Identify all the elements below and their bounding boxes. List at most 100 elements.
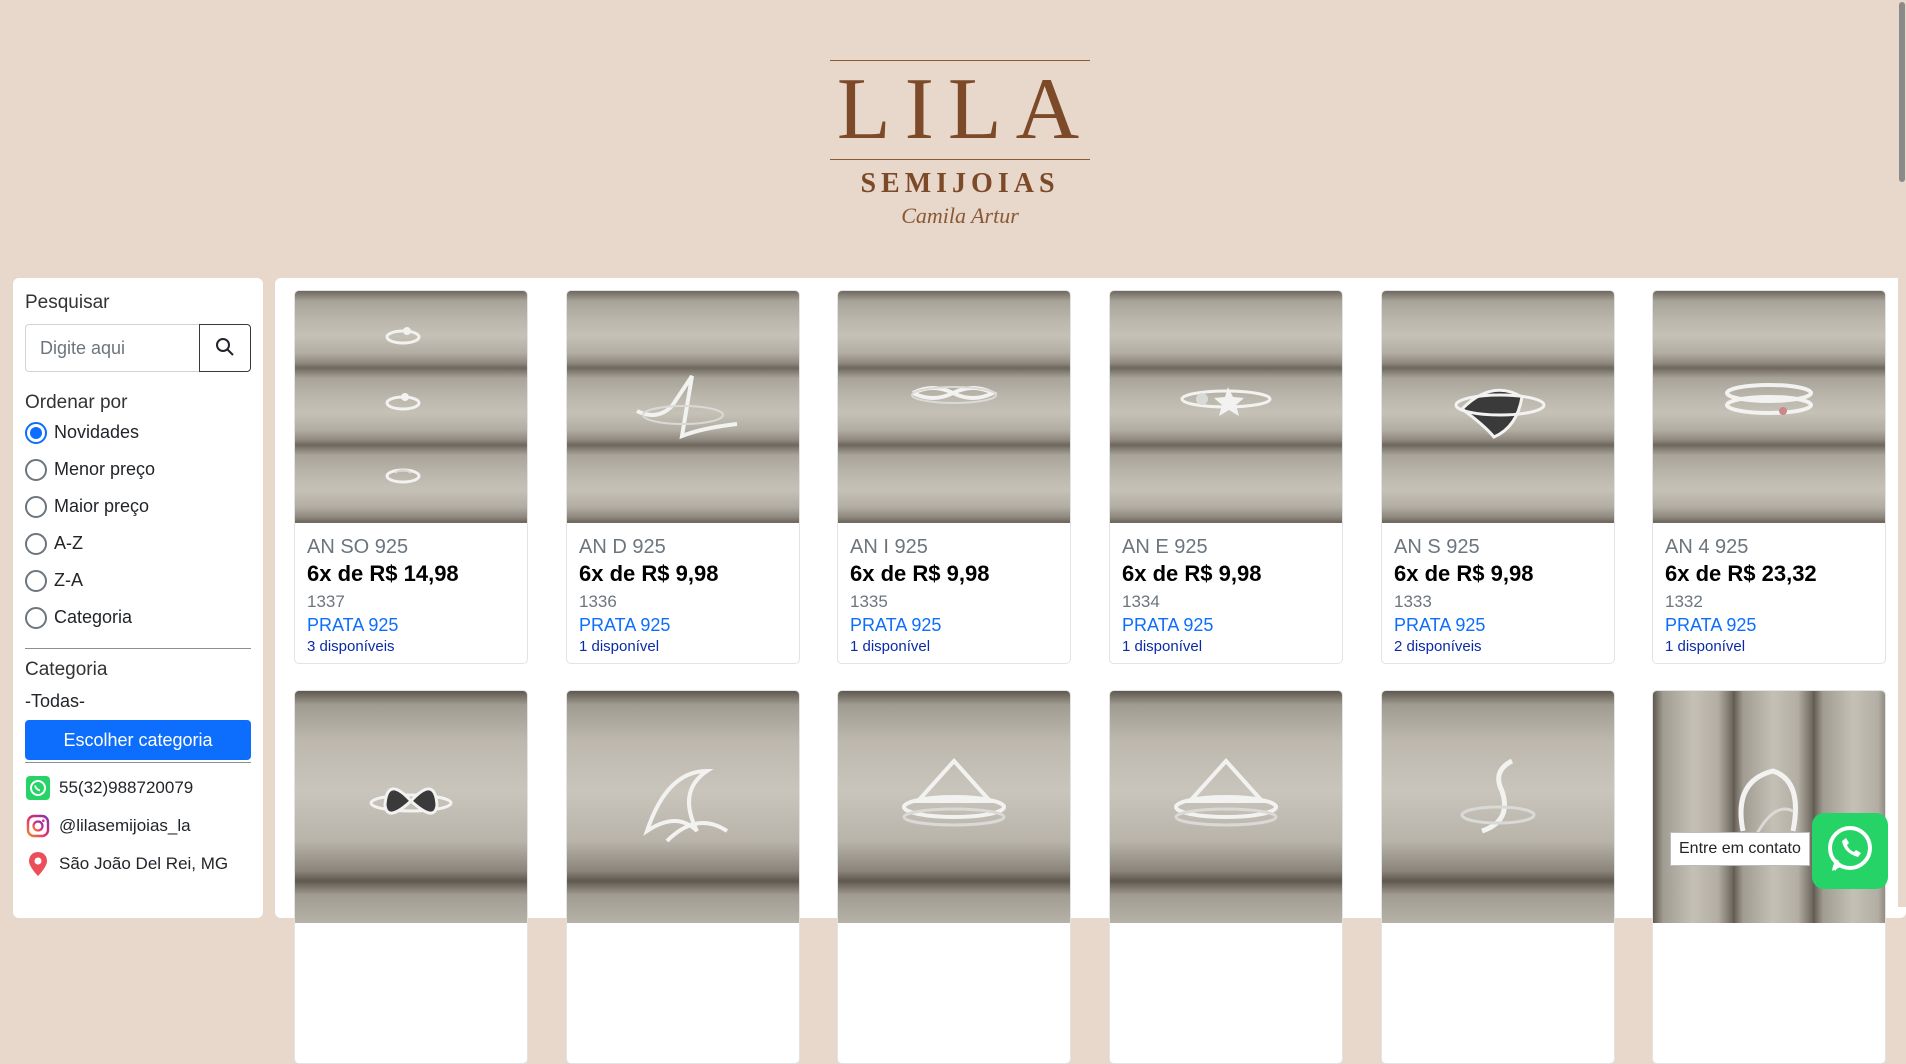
brand-signature: Camila Artur (901, 203, 1019, 228)
product-image[interactable] (567, 291, 799, 523)
product-code: AN SO 925 (307, 536, 409, 558)
product-code: AN D 925 (579, 536, 666, 558)
radio-button[interactable] (25, 495, 47, 518)
product-info (838, 923, 1070, 935)
product-image[interactable] (1110, 691, 1342, 923)
product-price: 6x de R$ 23,32 (1665, 561, 1817, 586)
product-card[interactable]: AN SO 925 6x de R$ 14,98 1337 PRATA 925 3 di… (294, 290, 528, 664)
whatsapp-number: 55(32)988720079 (59, 778, 194, 797)
product-stock: 1 disponível (850, 638, 931, 655)
choose-category-button[interactable]: Escolher categoria (25, 720, 251, 760)
product-info: AN SO 925 6x de R$ 14,98 1337 PRATA 925 3 di… (295, 523, 527, 657)
product-material: PRATA 925 (579, 615, 671, 635)
header: LILA SEMIJOIAS Camila Artur (0, 0, 1906, 278)
product-image[interactable] (1382, 691, 1614, 923)
product-image[interactable] (838, 691, 1070, 923)
product-card[interactable]: AN S 925 6x de R$ 9,98 1333 PRATA 925 2 disp… (1381, 290, 1615, 664)
product-card[interactable] (294, 690, 528, 1064)
search-label: Pesquisar (25, 292, 110, 313)
product-code: AN 4 925 (1665, 536, 1749, 558)
brand-logo[interactable]: LILA SEMIJOIAS Camila Artur (820, 56, 1100, 236)
page-scrollbar[interactable] (1898, 0, 1906, 907)
product-card[interactable]: AN I 925 6x de R$ 9,98 1335 PRATA 925 1 disp… (837, 290, 1071, 664)
contact-tooltip: Entre em contato (1670, 832, 1810, 866)
instagram-handle: @lilasemijoias_la (59, 816, 191, 835)
product-number: 1336 (579, 592, 617, 611)
sort-options: Novidades Menor preço Maior preço A-Z Z-A Cat… (25, 414, 251, 636)
product-stock: 1 disponível (1122, 638, 1203, 655)
product-image[interactable] (838, 291, 1070, 523)
sort-option[interactable]: Novidades (25, 414, 251, 451)
search-input[interactable] (25, 324, 199, 372)
sort-label: Ordenar por (25, 392, 128, 413)
radio-button[interactable] (25, 606, 47, 629)
product-image[interactable] (1382, 291, 1614, 523)
sort-option[interactable]: Menor preço (25, 451, 251, 488)
location-pin-icon (25, 851, 51, 877)
sort-option-label: Z-A (54, 570, 83, 590)
product-number: 1332 (1665, 592, 1703, 611)
contact-instagram[interactable]: @lilasemijoias_la (25, 807, 251, 845)
product-material: PRATA 925 (307, 615, 399, 635)
sort-option[interactable]: Categoria (25, 599, 251, 636)
product-info (1382, 923, 1614, 935)
contact-location: São João Del Rei, MG (25, 845, 251, 883)
radio-button[interactable] (25, 458, 47, 481)
whatsapp-icon (25, 775, 51, 801)
sort-option[interactable]: A-Z (25, 525, 251, 562)
product-card[interactable] (566, 690, 800, 1064)
product-code: AN E 925 (1122, 536, 1208, 558)
product-stock: 1 disponível (1665, 638, 1746, 655)
product-card[interactable]: AN E 925 6x de R$ 9,98 1334 PRATA 925 1 disp… (1109, 290, 1343, 664)
logo-rule-bottom (830, 159, 1090, 160)
product-price: 6x de R$ 9,98 (1122, 561, 1262, 586)
radio-button[interactable] (25, 421, 47, 444)
scrollbar-thumb[interactable] (1899, 2, 1905, 182)
product-card[interactable]: AN 4 925 6x de R$ 23,32 1332 PRATA 925 1 dis… (1652, 290, 1886, 664)
product-number: 1337 (307, 592, 345, 611)
product-info: AN D 925 6x de R$ 9,98 1336 PRATA 925 1 disp… (567, 523, 799, 657)
product-info: AN E 925 6x de R$ 9,98 1334 PRATA 925 1 disp… (1110, 523, 1342, 657)
product-image[interactable] (1110, 291, 1342, 523)
radio-button[interactable] (25, 532, 47, 555)
product-material: PRATA 925 (1122, 615, 1214, 635)
product-info (1110, 923, 1342, 935)
category-value: -Todas- (25, 691, 86, 711)
product-info (1653, 923, 1885, 935)
brand-subtitle: SEMIJOIAS (860, 168, 1060, 199)
product-material: PRATA 925 (1665, 615, 1757, 635)
product-card[interactable] (1381, 690, 1615, 1064)
product-info (567, 923, 799, 935)
product-number: 1334 (1122, 592, 1160, 611)
contact-whatsapp[interactable]: 55(32)988720079 (25, 769, 251, 807)
product-price: 6x de R$ 9,98 (1394, 561, 1534, 586)
filter-sidebar: Pesquisar Ordenar por Novidades Menor pre… (13, 278, 263, 918)
whatsapp-float-button[interactable] (1812, 813, 1888, 889)
sort-option-label: A-Z (54, 533, 83, 553)
product-card[interactable] (1109, 690, 1343, 1064)
product-image[interactable] (295, 291, 527, 523)
product-card[interactable]: AN D 925 6x de R$ 9,98 1336 PRATA 925 1 disp… (566, 290, 800, 664)
product-image[interactable] (1653, 291, 1885, 523)
product-code: AN I 925 (850, 536, 928, 558)
product-image[interactable] (567, 691, 799, 923)
radio-button[interactable] (25, 569, 47, 592)
product-stock: 3 disponíveis (307, 638, 395, 655)
product-code: AN S 925 (1394, 536, 1480, 558)
product-number: 1335 (850, 592, 888, 611)
product-image[interactable] (295, 691, 527, 923)
product-stock: 1 disponível (579, 638, 660, 655)
product-info (295, 923, 527, 935)
divider (25, 648, 251, 649)
sort-option[interactable]: Z-A (25, 562, 251, 599)
product-info: AN S 925 6x de R$ 9,98 1333 PRATA 925 2 disp… (1382, 523, 1614, 657)
sort-option-label: Novidades (54, 422, 140, 442)
search-bar (25, 324, 251, 372)
brand-name: LILA (836, 61, 1094, 158)
sort-option-label: Categoria (54, 607, 133, 627)
product-price: 6x de R$ 9,98 (579, 561, 719, 586)
search-button[interactable] (199, 324, 251, 372)
product-card[interactable] (837, 690, 1071, 1064)
product-info: AN I 925 6x de R$ 9,98 1335 PRATA 925 1 disp… (838, 523, 1070, 657)
sort-option[interactable]: Maior preço (25, 488, 251, 525)
